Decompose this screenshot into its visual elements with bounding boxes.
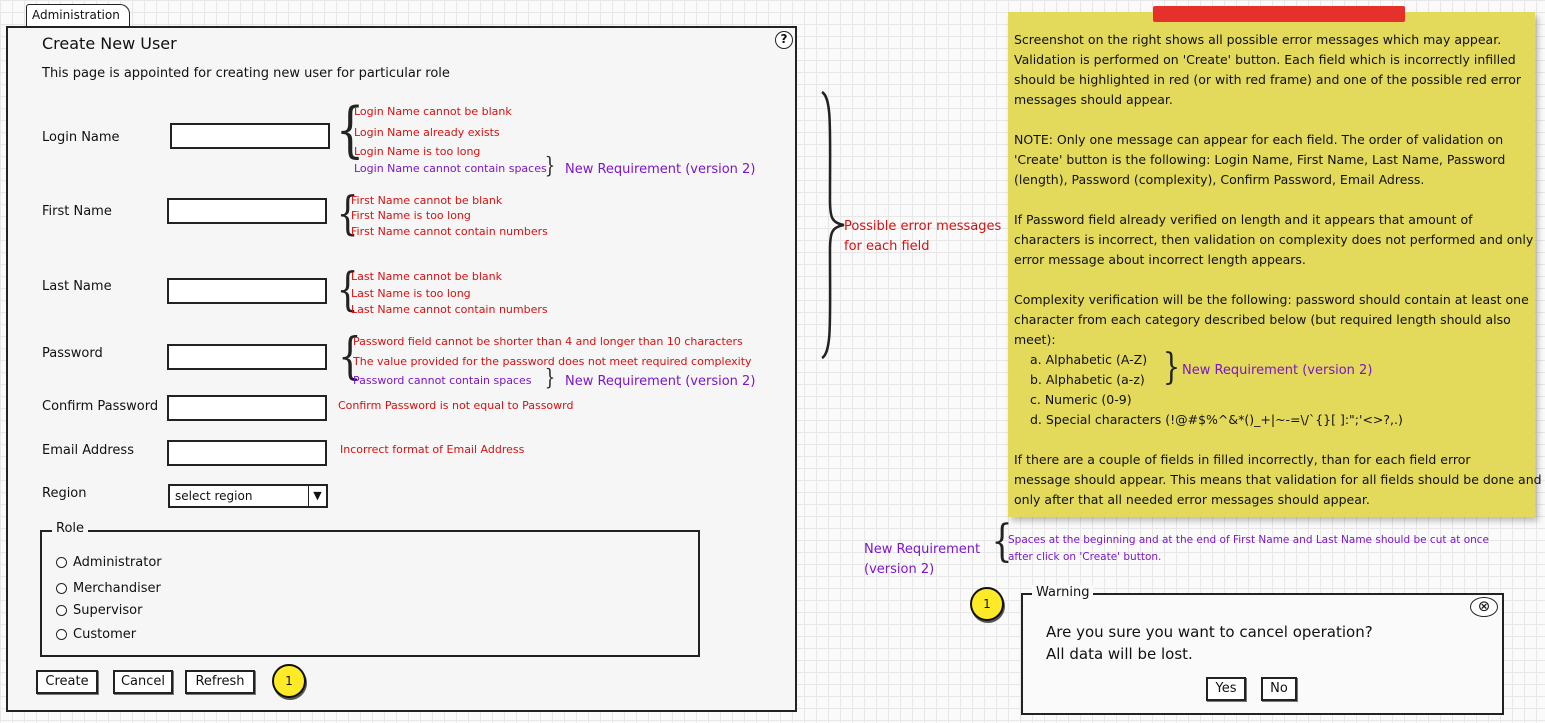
callout-badge-1: 1 [272,664,306,698]
warning-dialog-title: Warning [1032,585,1094,600]
cancel-button[interactable]: Cancel [113,670,173,694]
password-label: Password [42,346,103,361]
password-new-requirement-brace: } [544,366,556,391]
first-name-input[interactable] [167,198,327,224]
role-option-label: Merchandiser [73,581,161,596]
radio-button-icon[interactable] [56,583,67,594]
error-login-spaces: Login Name cannot contain spaces [354,162,547,175]
role-option-supervisor[interactable]: Supervisor [56,603,142,618]
error-password-spaces: Password cannot contain spaces [353,374,532,387]
page-description: This page is appointed for creating new … [42,66,450,81]
yes-button[interactable]: Yes [1206,677,1246,701]
email-label: Email Address [42,443,134,458]
role-legend: Role [52,521,89,536]
role-option-label: Supervisor [73,603,143,618]
create-button[interactable]: Create [36,670,98,694]
role-option-merchandiser[interactable]: Merchandiser [56,581,161,596]
complexity-new-requirement-brace: } [1162,347,1181,388]
error-first-numbers: First Name cannot contain numbers [351,225,548,238]
password-input[interactable] [167,344,327,370]
error-password-length: Password field cannot be shorter than 4 … [353,335,743,348]
login-new-requirement: New Requirement (version 2) [565,162,756,177]
first-name-label: First Name [42,204,112,219]
dialog-callout-badge-1: 1 [970,587,1004,621]
error-first-too-long: First Name is too long [351,209,471,222]
page-title: Create New User [42,34,177,53]
email-input[interactable] [167,440,327,466]
confirm-password-input[interactable] [167,395,327,421]
login-new-requirement-brace: } [544,154,556,179]
radio-button-icon[interactable] [56,557,67,568]
close-icon[interactable]: ⊗ [1470,597,1498,617]
login-name-label: Login Name [42,130,120,145]
no-button[interactable]: No [1261,677,1297,701]
complexity-new-requirement: New Requirement (version 2) [1182,363,1373,378]
dropdown-arrow-icon[interactable]: ▼ [308,486,326,506]
error-last-blank: Last Name cannot be blank [351,270,502,283]
error-last-numbers: Last Name cannot contain numbers [351,303,548,316]
error-login-blank: Login Name cannot be blank [354,105,512,118]
complexity-list-item: d. Special characters (!@#$%^&*()_+|~-=\… [1030,412,1403,427]
sticky-note-text: Screenshot on the right shows all possib… [1014,32,1542,507]
error-first-blank: First Name cannot be blank [351,194,503,207]
error-confirm-password: Confirm Password is not equal to Passowr… [338,399,574,412]
region-select[interactable]: select region ▼ [168,484,328,508]
complexity-list-item: c. Numeric (0-9) [1030,392,1132,407]
possible-errors-annotation: Possible error messages for each field [844,219,1002,254]
error-login-exists: Login Name already exists [354,126,500,139]
last-name-input[interactable] [167,278,327,304]
help-icon[interactable]: ? [775,31,793,49]
spaces-note: Spaces at the beginning and at the end o… [1008,534,1490,563]
login-name-input[interactable] [170,123,330,149]
region-label: Region [42,486,87,501]
tab-administration[interactable]: Administration [26,4,130,26]
role-option-label: Administrator [73,555,162,570]
error-last-too-long: Last Name is too long [351,287,471,300]
refresh-button[interactable]: Refresh [185,670,255,694]
warning-dialog-message: Are you sure you want to cancel operatio… [1046,623,1373,663]
role-option-customer[interactable]: Customer [56,627,136,642]
password-new-requirement: New Requirement (version 2) [565,374,756,389]
last-name-label: Last Name [42,279,112,294]
region-selected-value: select region [175,489,253,503]
error-email: Incorrect format of Email Address [340,443,525,456]
role-option-label: Customer [73,627,137,642]
confirm-password-label: Confirm Password [42,399,159,414]
radio-button-icon[interactable] [56,629,67,640]
sticky-note-tape [1153,6,1405,22]
error-login-too-long: Login Name is too long [354,145,481,158]
spaces-new-requirement-label: New Requirement (version 2) [864,542,981,577]
role-option-administrator[interactable]: Administrator [56,555,162,570]
radio-button-icon[interactable] [56,605,67,616]
